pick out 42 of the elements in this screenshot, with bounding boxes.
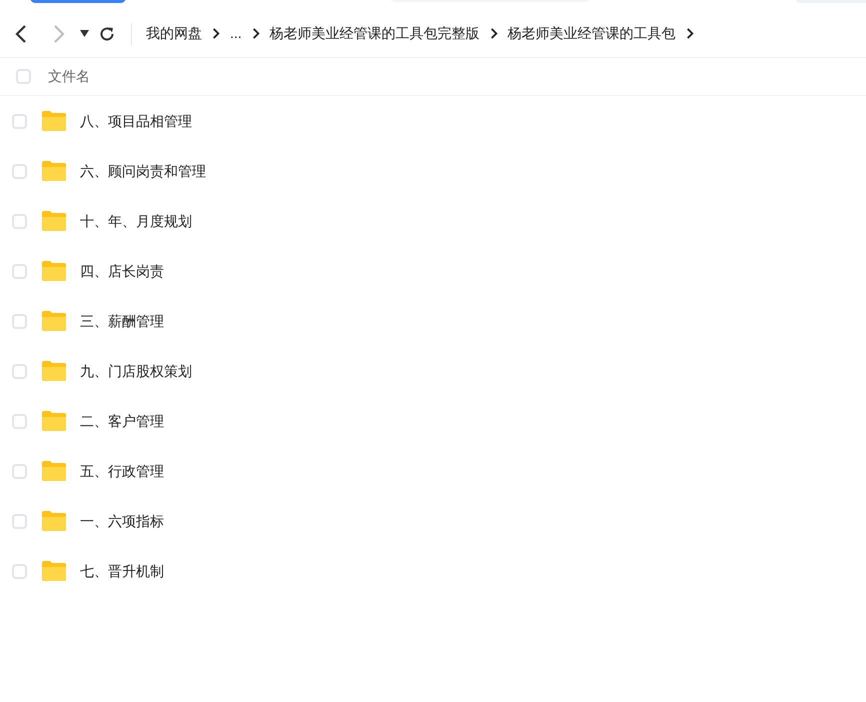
checkbox[interactable] xyxy=(12,264,27,278)
breadcrumb-link[interactable]: 杨老师美业经管课的工具包 xyxy=(508,23,676,44)
checkbox[interactable] xyxy=(12,564,27,578)
chevron-icon xyxy=(490,28,498,39)
checkbox[interactable] xyxy=(12,214,27,228)
folder-icon xyxy=(41,460,67,482)
folder-name[interactable]: 三、薪酬管理 xyxy=(80,310,164,332)
folder-name[interactable]: 一、六项指标 xyxy=(80,510,164,532)
chevron-icon xyxy=(212,28,220,39)
chevron-icon xyxy=(686,28,694,39)
refresh-icon[interactable] xyxy=(99,26,115,42)
folder-icon xyxy=(41,410,67,432)
dropdown-icon[interactable] xyxy=(80,30,89,37)
checkbox[interactable] xyxy=(16,69,31,84)
folder-icon xyxy=(41,510,67,532)
chevron-icon xyxy=(252,28,260,39)
folder-icon xyxy=(41,560,67,582)
folder-icon xyxy=(41,160,67,182)
breadcrumb-link[interactable]: 杨老师美业经管课的工具包完整版 xyxy=(270,23,480,44)
folder-name[interactable]: 八、项目品相管理 xyxy=(80,110,192,132)
checkbox[interactable] xyxy=(12,364,27,378)
checkbox[interactable] xyxy=(12,414,27,428)
checkbox[interactable] xyxy=(12,114,27,128)
folder-name[interactable]: 五、行政管理 xyxy=(80,460,164,482)
breadcrumb-link[interactable]: 我的网盘 xyxy=(146,23,202,44)
folder-icon xyxy=(41,360,67,382)
breadcrumb-link[interactable]: ... xyxy=(230,23,242,44)
checkbox[interactable] xyxy=(12,514,27,528)
checkbox[interactable] xyxy=(12,164,27,178)
folder-icon xyxy=(41,310,67,332)
folder-name[interactable]: 十、年、月度规划 xyxy=(80,210,192,232)
column-header: 文件名 xyxy=(48,67,90,86)
folder-name[interactable]: 二、客户管理 xyxy=(80,410,164,432)
folder-name[interactable]: 六、顾问岗责和管理 xyxy=(80,160,206,182)
folder-name[interactable]: 四、店长岗责 xyxy=(80,260,164,282)
folder-name[interactable]: 七、晋升机制 xyxy=(80,560,164,582)
checkbox[interactable] xyxy=(12,314,27,328)
folder-icon xyxy=(41,260,67,282)
checkbox[interactable] xyxy=(12,464,27,478)
folder-icon xyxy=(41,110,67,132)
folder-name[interactable]: 九、门店股权策划 xyxy=(80,360,192,382)
folder-icon xyxy=(41,210,67,232)
